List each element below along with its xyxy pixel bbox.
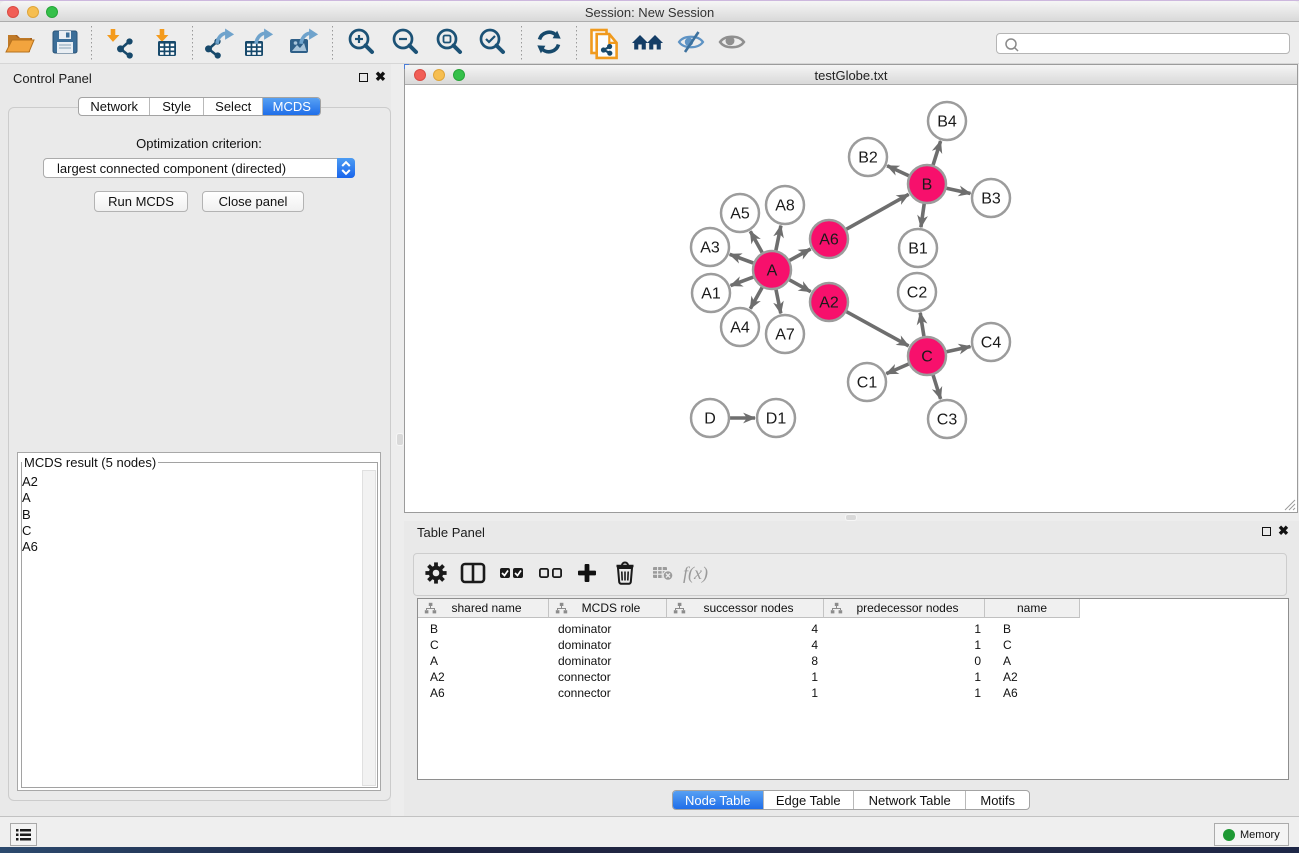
svg-text:B4: B4	[937, 114, 957, 131]
svg-text:C3: C3	[937, 412, 958, 429]
svg-text:B1: B1	[908, 241, 928, 258]
svg-text:C4: C4	[981, 335, 1002, 352]
svg-text:A: A	[767, 263, 778, 280]
svg-text:A2: A2	[819, 295, 839, 312]
svg-text:B2: B2	[858, 150, 878, 167]
svg-text:A4: A4	[730, 320, 750, 337]
svg-text:A8: A8	[775, 198, 795, 215]
svg-text:A6: A6	[819, 232, 839, 249]
svg-text:D1: D1	[766, 411, 787, 428]
svg-text:C: C	[921, 349, 933, 366]
svg-text:B: B	[922, 177, 933, 194]
svg-text:C2: C2	[907, 285, 928, 302]
svg-text:A1: A1	[701, 286, 721, 303]
svg-text:A7: A7	[775, 327, 795, 344]
svg-text:D: D	[704, 411, 716, 428]
svg-text:B3: B3	[981, 191, 1001, 208]
svg-text:C1: C1	[857, 375, 878, 392]
svg-text:A5: A5	[730, 206, 750, 223]
svg-text:A3: A3	[700, 240, 720, 257]
